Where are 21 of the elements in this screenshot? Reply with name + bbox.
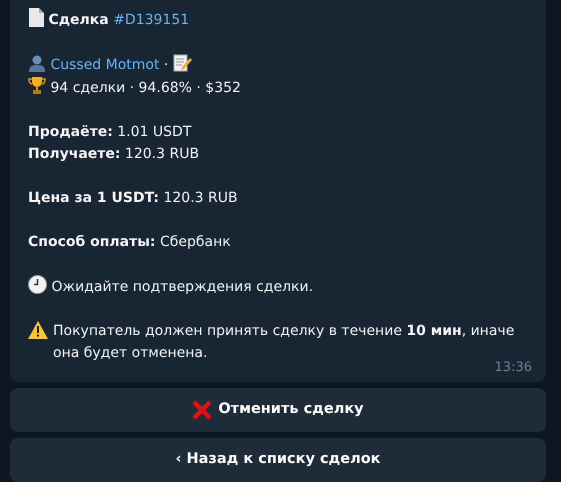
- warning-text: Покупатель должен принять сделку в течение 10 мин, иначе она будет отменена.: [53, 322, 516, 361]
- document-icon: [28, 8, 44, 27]
- deal-id-link[interactable]: #D139151: [113, 12, 190, 28]
- deal-field: Способ оплаты: Сбербанк: [28, 234, 231, 250]
- message-title: Сделка: [48, 12, 109, 28]
- status-text: Ожидайте подтверждения сделки.: [51, 279, 314, 295]
- deal-field: Продаёте: 1.01 USDT: [28, 124, 192, 140]
- message-time: 13:36: [494, 360, 532, 375]
- user-icon: [28, 54, 46, 72]
- trophy-icon: [28, 76, 46, 95]
- user-link[interactable]: Cussed Motmot: [50, 57, 160, 73]
- back-button[interactable]: ‹ Назад к списку сделок: [10, 438, 546, 482]
- cancel-deal-button[interactable]: Отменить сделку: [10, 388, 546, 432]
- user-stats: 94 сделки · 94.68% · $352: [50, 80, 241, 96]
- deal-field: Получаете: 120.3 RUB: [28, 146, 200, 162]
- deal-field: Цена за 1 USDT: 120.3 RUB: [28, 190, 238, 206]
- clock-icon: [28, 275, 47, 294]
- separator-dot: ·: [164, 57, 168, 73]
- warning-icon: [28, 321, 48, 339]
- close-icon: [192, 400, 212, 420]
- memo-icon: [172, 53, 192, 72]
